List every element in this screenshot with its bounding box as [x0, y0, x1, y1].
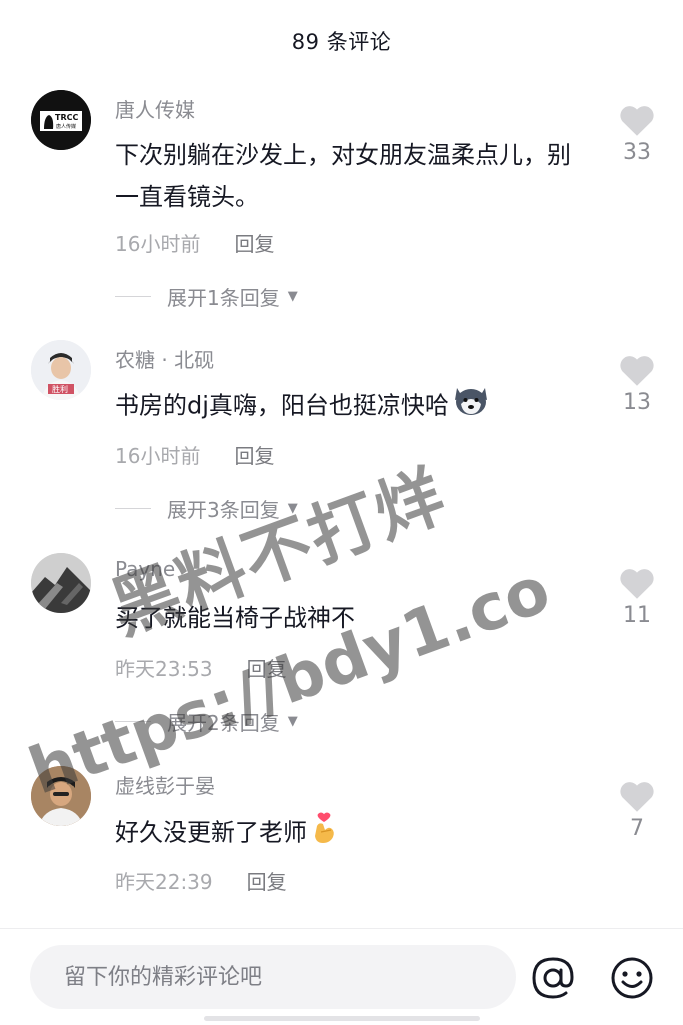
comment-time: 16小时前 — [115, 444, 201, 468]
expand-replies-button[interactable]: 展开1条回复 ▼ — [115, 282, 298, 311]
divider-line — [115, 508, 151, 509]
avatar[interactable]: 胜利 — [31, 340, 91, 400]
heart-icon — [620, 356, 654, 386]
like-count: 7 — [630, 816, 644, 841]
comment-meta: 16小时前 回复 — [115, 440, 274, 469]
expand-replies-label: 展开3条回复 — [167, 498, 280, 522]
comment-time: 16小时前 — [115, 232, 201, 256]
divider-line — [115, 296, 151, 297]
like-count: 13 — [623, 390, 651, 415]
like-button[interactable]: 7 — [612, 780, 662, 841]
avatar[interactable] — [31, 766, 91, 826]
comment-item: TRCC 唐人传媒 唐人传媒 下次别躺在沙发上，对女朋友温柔点儿，别一直看镜头。… — [0, 90, 683, 320]
comment-count-title: 89 条评论 — [291, 30, 392, 54]
chevron-down-icon: ▼ — [287, 501, 298, 516]
comment-text-line: 书房的dj真嗨，阳台也挺凉快哈 — [115, 384, 585, 429]
comment-username[interactable]: 唐人传媒 — [115, 94, 195, 123]
heart-icon — [620, 569, 654, 599]
comment-input[interactable] — [62, 963, 466, 991]
heart-icon — [620, 106, 654, 136]
like-button[interactable]: 33 — [612, 104, 662, 165]
comment-input-container[interactable] — [30, 945, 516, 1009]
home-indicator — [204, 1016, 480, 1021]
avatar-logo-text: TRCC — [55, 113, 78, 122]
comment-meta: 昨天23:53 回复 — [115, 653, 287, 682]
avatar[interactable]: TRCC 唐人传媒 — [31, 90, 91, 150]
expand-replies-label: 展开2条回复 — [167, 711, 280, 735]
trcc-logo-icon: TRCC 唐人传媒 — [31, 90, 91, 150]
comments-header: 89 条评论 — [0, 0, 683, 82]
like-button[interactable]: 13 — [612, 354, 662, 415]
finger-heart-emoji — [311, 810, 339, 857]
avatar-logo-subtext: 唐人传媒 — [56, 123, 76, 130]
expand-replies-button[interactable]: 展开3条回复 ▼ — [115, 494, 298, 523]
comment-time: 昨天23:53 — [115, 657, 213, 681]
comment-item: 胜利 农糖 · 北砚 书房的dj真嗨，阳台也挺凉快哈 16小时前 回复 展开3条… — [0, 340, 683, 530]
chevron-down-icon: ▼ — [287, 714, 298, 729]
avatar-shirt-text: 胜利 — [52, 384, 68, 394]
comment-username[interactable]: 虚线彭于晏 — [115, 770, 215, 799]
smile-icon[interactable] — [609, 955, 655, 1005]
user-photo-icon: 胜利 — [31, 340, 91, 400]
expand-replies-button[interactable]: 展开2条回复 ▼ — [115, 707, 298, 736]
reply-button[interactable]: 回复 — [234, 228, 274, 257]
comment-meta: 昨天22:39 回复 — [115, 866, 287, 895]
user-photo-icon — [31, 766, 91, 826]
comment-text-line: 好久没更新了老师 — [115, 810, 585, 857]
comment-text: 下次别躺在沙发上，对女朋友温柔点儿，别一直看镜头。 — [115, 141, 571, 211]
bw-photo-icon — [31, 553, 91, 613]
like-button[interactable]: 11 — [612, 567, 662, 628]
comment-username[interactable]: 农糖 · 北砚 — [115, 344, 214, 373]
avatar[interactable] — [31, 553, 91, 613]
comment-meta: 16小时前 回复 — [115, 228, 274, 257]
comment-text: 好久没更新了老师 — [115, 818, 307, 847]
heart-icon — [620, 782, 654, 812]
comment-item: 虚线彭于晏 好久没更新了老师 昨天22:39 回复 7 — [0, 766, 683, 906]
comment-input-bar — [0, 928, 683, 1025]
reply-button[interactable]: 回复 — [234, 440, 274, 469]
chevron-down-icon: ▼ — [287, 289, 298, 304]
reply-button[interactable]: 回复 — [247, 653, 287, 682]
divider-line — [115, 721, 151, 722]
like-count: 11 — [623, 603, 651, 628]
comment-time: 昨天22:39 — [115, 870, 213, 894]
comment-text: 书房的dj真嗨，阳台也挺凉快哈 — [115, 391, 449, 420]
expand-replies-label: 展开1条回复 — [167, 286, 280, 310]
reply-button[interactable]: 回复 — [247, 866, 287, 895]
comment-username[interactable]: Payne — [115, 557, 175, 581]
husky-dog-emoji — [453, 384, 489, 429]
comment-text: 买了就能当椅子战神不 — [115, 604, 355, 632]
like-count: 33 — [623, 140, 651, 165]
at-icon[interactable] — [530, 955, 576, 1005]
comment-item: Payne 买了就能当椅子战神不 昨天23:53 回复 展开2条回复 ▼ 11 — [0, 553, 683, 743]
